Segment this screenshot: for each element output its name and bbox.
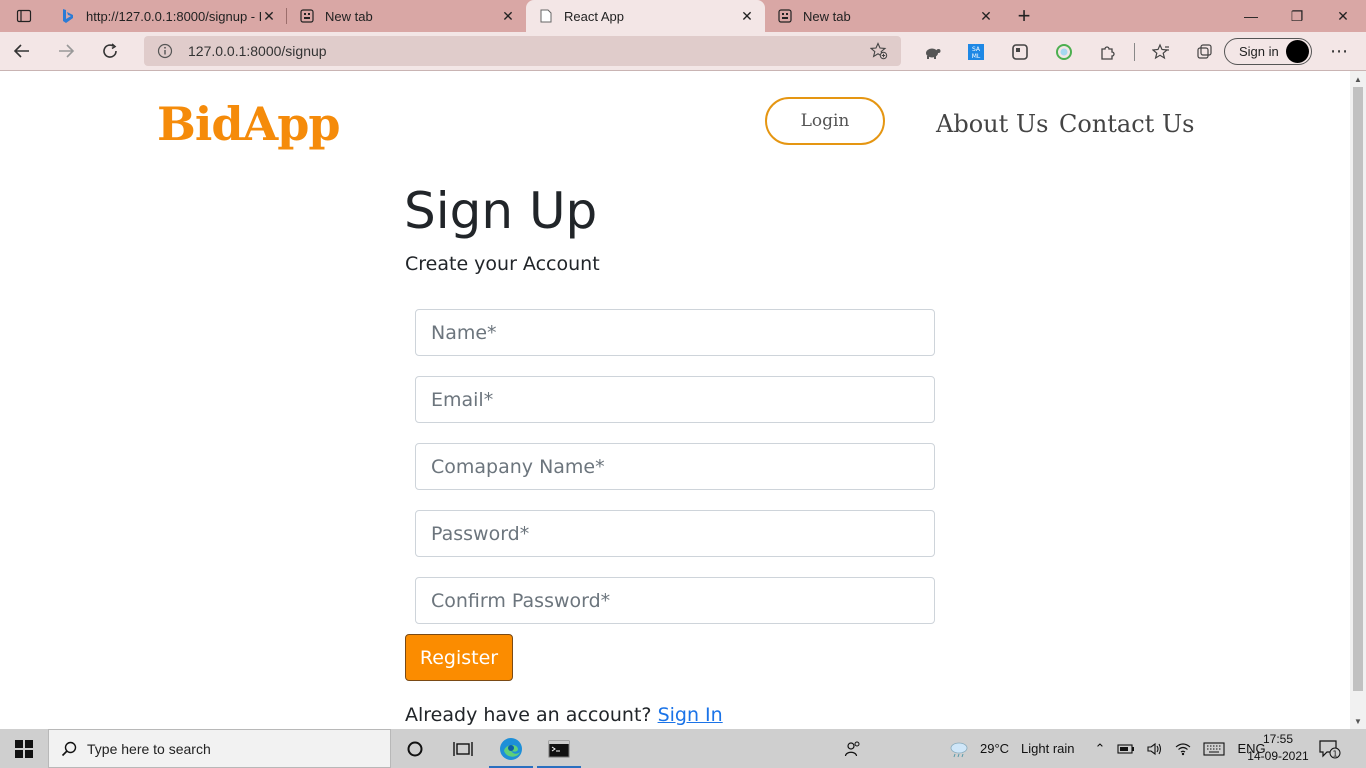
email-field[interactable] (415, 376, 935, 423)
signin-label: Sign in (1239, 44, 1279, 59)
task-view-button[interactable] (439, 729, 487, 768)
terminal-icon (548, 740, 570, 757)
add-favorite-icon[interactable] (869, 41, 889, 61)
cortana-button[interactable] (391, 729, 439, 768)
already-text: Already have an account? (405, 704, 652, 726)
notification-center-icon[interactable]: 1 (1318, 737, 1342, 761)
newtab-icon (777, 8, 793, 24)
puzzle-extensions-icon[interactable] (1086, 36, 1130, 68)
tab-title: http://127.0.0.1:8000/signup - Bi (86, 8, 261, 24)
tab-3[interactable]: React App ✕ (526, 0, 765, 32)
company-name-field[interactable] (415, 443, 935, 490)
refresh-icon (103, 43, 117, 58)
close-window-icon[interactable]: ✕ (1320, 0, 1366, 32)
site-logo[interactable]: BidApp (157, 97, 341, 151)
taskbar: Type here to search 29°C Light rain ⌃ EN… (0, 729, 1366, 768)
taskbar-edge-button[interactable] (487, 729, 535, 768)
refresh-button[interactable] (88, 35, 132, 67)
keyboard-icon[interactable] (1203, 741, 1225, 756)
scroll-down-icon[interactable]: ▼ (1350, 713, 1366, 729)
collections-icon[interactable] (1183, 36, 1227, 68)
minimize-icon[interactable]: — (1228, 0, 1274, 32)
tab-title: New tab (803, 8, 851, 24)
browser-toolbar: 127.0.0.1:8000/signup SA ML Sign in ⋯ (0, 32, 1366, 71)
tab-title: New tab (325, 8, 373, 24)
weather-desc[interactable]: Light rain (1021, 741, 1074, 756)
new-tab-button[interactable]: + (1004, 0, 1044, 32)
window-extension-icon[interactable] (998, 36, 1042, 68)
notification-count: 1 (1332, 750, 1337, 759)
page-subtitle: Create your Account (405, 253, 600, 275)
avatar (1286, 40, 1309, 63)
restore-icon[interactable]: ❐ (1274, 0, 1320, 32)
nav-contact-us[interactable]: Contact Us (1059, 110, 1194, 138)
task-view-icon (453, 741, 473, 756)
volume-icon[interactable] (1147, 742, 1163, 756)
info-icon[interactable] (156, 42, 174, 60)
page-icon (538, 8, 554, 24)
taskbar-search[interactable]: Type here to search (48, 729, 391, 768)
weather-icon[interactable] (948, 740, 970, 758)
scroll-up-icon[interactable]: ▲ (1350, 71, 1366, 87)
page-viewport: BidApp Login About Us Contact Us Sign Up… (0, 71, 1350, 729)
more-menu-icon[interactable]: ⋯ (1324, 36, 1354, 66)
start-button[interactable] (0, 729, 48, 768)
confirm-password-field[interactable] (415, 577, 935, 624)
profile-signin-button[interactable]: Sign in (1224, 38, 1312, 65)
login-button[interactable]: Login (765, 97, 885, 145)
nav-about-us[interactable]: About Us (936, 110, 1048, 138)
scrollbar-thumb[interactable] (1353, 87, 1363, 691)
window-controls: — ❐ ✕ (1228, 0, 1366, 32)
close-icon[interactable]: ✕ (261, 8, 277, 24)
page-title: Sign Up (404, 182, 598, 240)
signin-link[interactable]: Sign In (658, 704, 723, 726)
clock-time: 17:55 (1262, 732, 1294, 746)
bing-icon (60, 8, 76, 24)
url-text: 127.0.0.1:8000/signup (188, 43, 327, 59)
name-field[interactable] (415, 309, 935, 356)
back-button[interactable] (0, 35, 44, 67)
cortana-icon (407, 741, 423, 756)
system-tray: 29°C Light rain ⌃ ENG (838, 729, 1272, 768)
forward-button[interactable] (44, 35, 88, 67)
turtle-extension-icon[interactable] (910, 36, 954, 68)
address-bar[interactable]: 127.0.0.1:8000/signup (144, 36, 901, 66)
svg-text:SA: SA (972, 46, 981, 53)
password-field[interactable] (415, 510, 935, 557)
back-arrow-icon (13, 44, 29, 58)
tab-1[interactable]: http://127.0.0.1:8000/signup - Bi ✕ (48, 0, 287, 32)
close-icon[interactable]: ✕ (500, 8, 516, 24)
tab-4[interactable]: New tab ✕ (765, 0, 1004, 32)
people-icon[interactable] (844, 740, 862, 758)
register-button[interactable]: Register (405, 634, 513, 681)
newtab-icon (299, 8, 315, 24)
tab-title: React App (564, 8, 624, 24)
tab-2[interactable]: New tab ✕ (287, 0, 526, 32)
signin-prompt: Already have an account? Sign In (405, 704, 723, 726)
weather-temp[interactable]: 29°C (980, 741, 1009, 756)
vertical-scrollbar[interactable]: ▲ ▼ (1350, 71, 1366, 729)
svg-text:ML: ML (972, 53, 981, 60)
close-icon[interactable]: ✕ (739, 8, 755, 24)
taskbar-terminal-button[interactable] (535, 729, 583, 768)
extensions-area: SA ML (910, 32, 1227, 71)
windows-logo-icon (15, 739, 33, 758)
search-icon (61, 741, 77, 757)
tab-actions-button[interactable] (0, 0, 48, 32)
battery-icon[interactable] (1117, 743, 1135, 755)
system-clock[interactable]: 17:55 14-09-2021 (1246, 731, 1310, 765)
favorites-icon[interactable] (1139, 36, 1183, 68)
saml-extension-icon[interactable]: SA ML (954, 36, 998, 68)
wifi-icon[interactable] (1175, 742, 1191, 756)
tab-strip: http://127.0.0.1:8000/signup - Bi ✕ New … (0, 0, 1366, 32)
edge-icon (500, 737, 522, 760)
circle-extension-icon[interactable] (1042, 36, 1086, 68)
forward-arrow-icon (59, 44, 75, 58)
tab-actions-icon (16, 9, 32, 23)
search-placeholder: Type here to search (87, 740, 211, 757)
show-hidden-icons-icon[interactable]: ⌃ (1095, 741, 1106, 757)
clock-date: 14-09-2021 (1247, 749, 1309, 763)
close-icon[interactable]: ✕ (978, 8, 994, 24)
